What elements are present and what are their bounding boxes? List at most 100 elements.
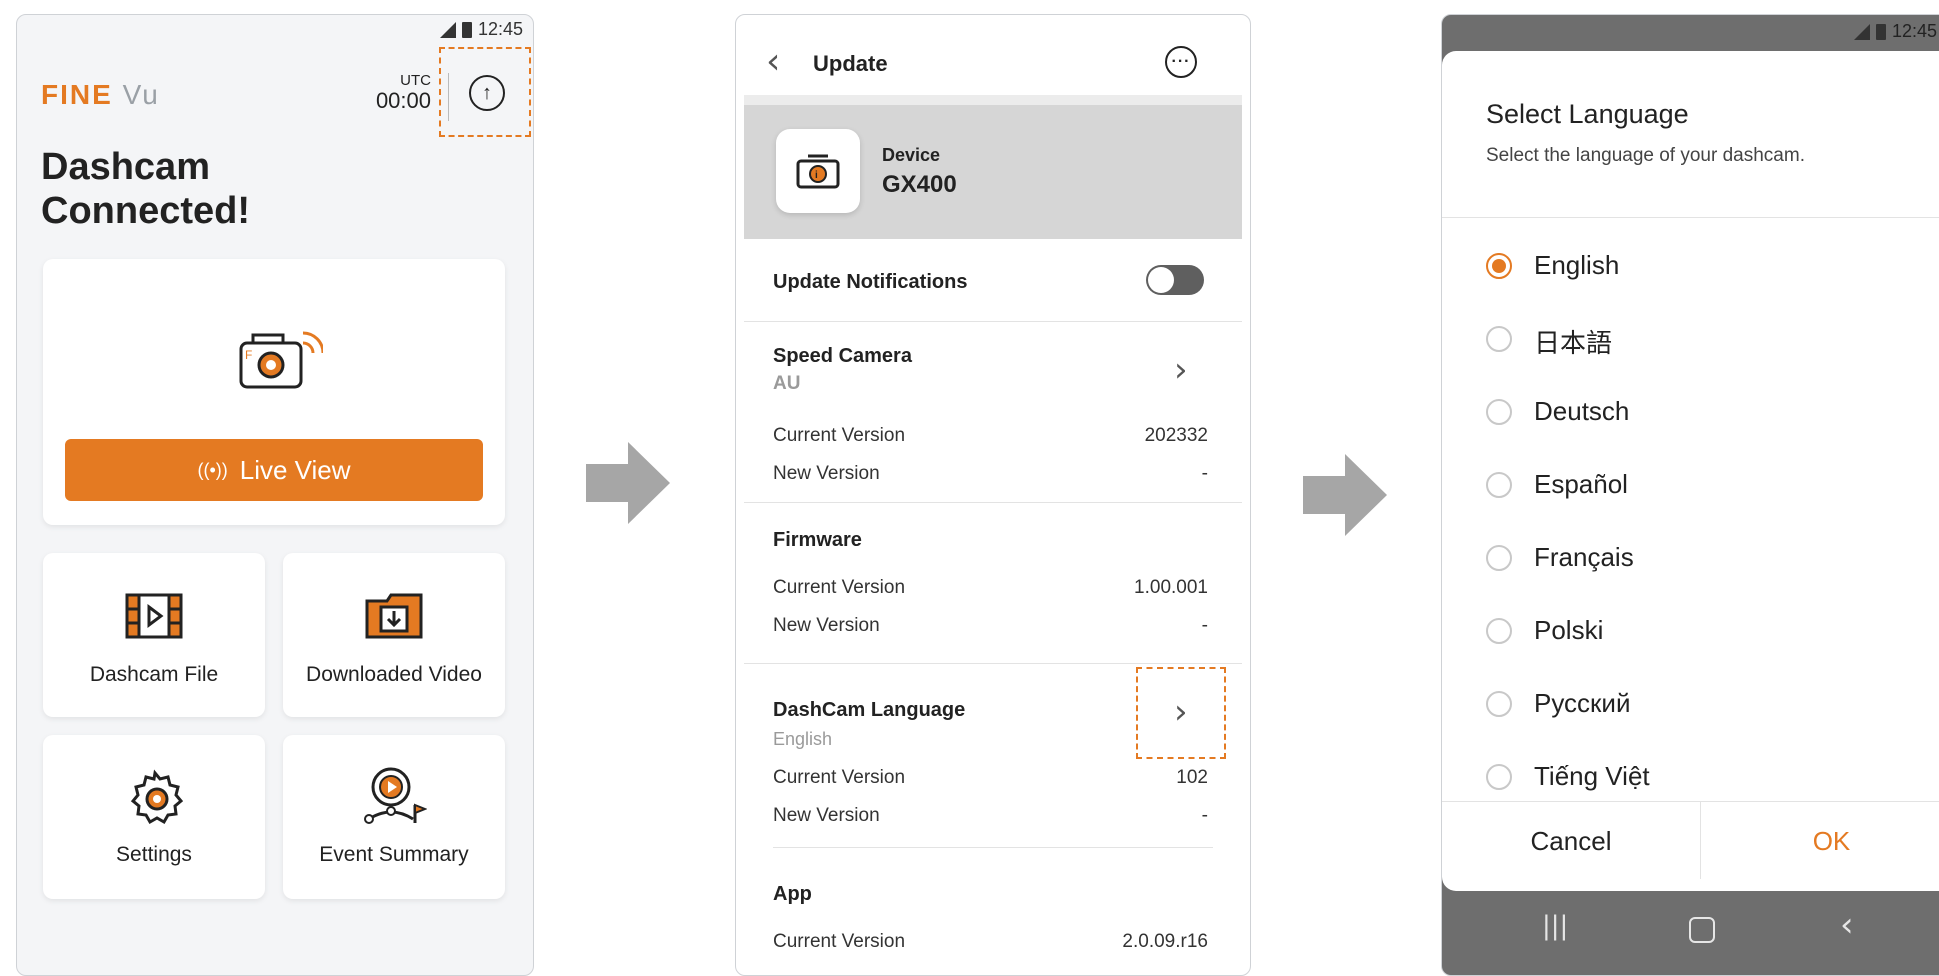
- current-version-label: Current Version: [773, 931, 906, 952]
- language-current: English: [773, 729, 833, 749]
- tile-label: Dashcam File: [89, 663, 219, 686]
- event-summary-tile[interactable]: Event Summary: [283, 735, 505, 899]
- radio-button[interactable]: [1486, 399, 1512, 425]
- current-version-value: 202332: [1144, 425, 1208, 446]
- language-label: Français: [1534, 542, 1634, 572]
- language-option[interactable]: Deutsch: [1442, 382, 1939, 442]
- radio-button[interactable]: [1486, 764, 1512, 790]
- signal-icon: [1854, 23, 1870, 40]
- back-icon[interactable]: ‹: [766, 44, 780, 80]
- live-view-card: F ((•)) Live View: [43, 259, 505, 525]
- nav-bar: ||| ‹: [1442, 891, 1939, 975]
- app-title: App: [773, 883, 812, 905]
- language-title: DashCam Language: [773, 699, 966, 721]
- speed-camera-region: AU: [773, 373, 801, 394]
- battery-icon: [461, 21, 472, 38]
- new-version-label: New Version: [773, 805, 880, 826]
- dialog-title: Select Language: [1486, 99, 1689, 129]
- cancel-button[interactable]: Cancel: [1442, 803, 1700, 879]
- radio-button[interactable]: [1486, 691, 1512, 717]
- status-bar: 12:45: [439, 19, 523, 40]
- divider: [744, 502, 1242, 503]
- film-icon: [125, 593, 183, 639]
- language-screen: 12:45 Select Language Select the languag…: [1441, 14, 1939, 976]
- page-title: Update: [813, 51, 888, 76]
- language-label: Deutsch: [1534, 396, 1630, 426]
- status-time: 12:45: [1892, 21, 1938, 41]
- language-label: Русский: [1534, 688, 1631, 718]
- current-version-label: Current Version: [773, 577, 906, 598]
- language-option[interactable]: 日本語: [1442, 309, 1939, 369]
- current-version-label: Current Version: [773, 425, 906, 446]
- divider: [1442, 217, 1939, 218]
- device-band: i Device GX400: [744, 105, 1242, 239]
- language-option[interactable]: Français: [1442, 528, 1939, 588]
- radio-button[interactable]: [1486, 618, 1512, 644]
- finevu-logo: FINE Vu: [41, 79, 160, 111]
- more-icon[interactable]: ···: [1165, 46, 1197, 78]
- language-option[interactable]: Polski: [1442, 601, 1939, 661]
- language-label: 日本語: [1534, 328, 1613, 358]
- download-folder-icon: [365, 593, 423, 639]
- chevron-right-icon[interactable]: ›: [1174, 353, 1188, 387]
- language-option[interactable]: English: [1442, 236, 1939, 296]
- live-view-button[interactable]: ((•)) Live View: [65, 439, 483, 501]
- ok-button[interactable]: OK: [1701, 803, 1939, 879]
- radio-button[interactable]: [1486, 472, 1512, 498]
- utc-label: UTC: [400, 72, 431, 89]
- radio-button[interactable]: [1486, 253, 1512, 279]
- speed-camera-row[interactable]: [744, 322, 1242, 422]
- dashcam-wifi-icon: F: [239, 331, 323, 389]
- update-notifications-label: Update Notifications: [773, 271, 968, 293]
- svg-text:i: i: [815, 170, 818, 181]
- home-screen: 12:45 FINE Vu UTC 00:00 ↑ Dashcam Connec…: [16, 14, 534, 976]
- divider: [773, 847, 1213, 848]
- tile-label: Settings: [116, 843, 192, 866]
- recent-apps-icon[interactable]: |||: [1542, 911, 1568, 941]
- current-version-label: Current Version: [773, 767, 906, 788]
- dashcam-file-tile[interactable]: Dashcam File: [43, 553, 265, 717]
- live-view-label: Live View: [239, 454, 351, 485]
- toggle-knob: [1148, 267, 1174, 293]
- device-model: GX400: [882, 171, 957, 198]
- new-version-label: New Version: [773, 463, 880, 484]
- settings-tile[interactable]: Settings: [43, 735, 265, 899]
- headline-line-1: Dashcam: [41, 146, 210, 188]
- status-bar: 12:45: [1854, 21, 1937, 42]
- current-version-value: 1.00.001: [1134, 577, 1208, 598]
- dialog-subtitle: Select the language of your dashcam.: [1486, 145, 1805, 166]
- language-label: Español: [1534, 469, 1628, 499]
- back-nav-icon[interactable]: ‹: [1840, 905, 1854, 945]
- language-option[interactable]: Русский: [1442, 674, 1939, 734]
- status-time: 12:45: [477, 19, 523, 39]
- language-chevron-icon[interactable]: ›: [1174, 695, 1188, 729]
- utc-time: 00:00: [375, 88, 431, 113]
- divider: [1442, 801, 1939, 802]
- update-notifications-toggle[interactable]: [1146, 265, 1204, 295]
- upload-icon[interactable]: ↑: [469, 75, 505, 111]
- firmware-title: Firmware: [773, 529, 862, 551]
- divider: [744, 663, 1242, 664]
- logo-vu: Vu: [122, 79, 160, 110]
- speed-camera-title: Speed Camera: [773, 345, 912, 367]
- arrow-right-icon: [1303, 454, 1387, 536]
- language-label: English: [1534, 250, 1620, 280]
- arrow-right-icon: [586, 442, 670, 524]
- tile-label: Event Summary: [319, 843, 469, 866]
- battery-icon: [1876, 23, 1886, 40]
- language-option[interactable]: Tiếng Việt: [1442, 747, 1939, 807]
- new-version-label: New Version: [773, 615, 880, 636]
- radio-button[interactable]: [1486, 545, 1512, 571]
- event-summary-icon: [364, 767, 427, 824]
- gear-icon: [130, 769, 183, 825]
- broadcast-icon: ((•)): [197, 459, 228, 480]
- headline-line-2: Connected!: [41, 190, 250, 232]
- header-shadow: [744, 95, 1242, 105]
- language-option[interactable]: Español: [1442, 455, 1939, 515]
- tile-label: Downloaded Video: [306, 663, 482, 686]
- device-icon: i: [776, 129, 860, 213]
- downloaded-video-tile[interactable]: Downloaded Video: [283, 553, 505, 717]
- new-version-value: -: [1201, 463, 1208, 484]
- home-icon[interactable]: [1689, 917, 1715, 943]
- radio-button[interactable]: [1486, 326, 1512, 352]
